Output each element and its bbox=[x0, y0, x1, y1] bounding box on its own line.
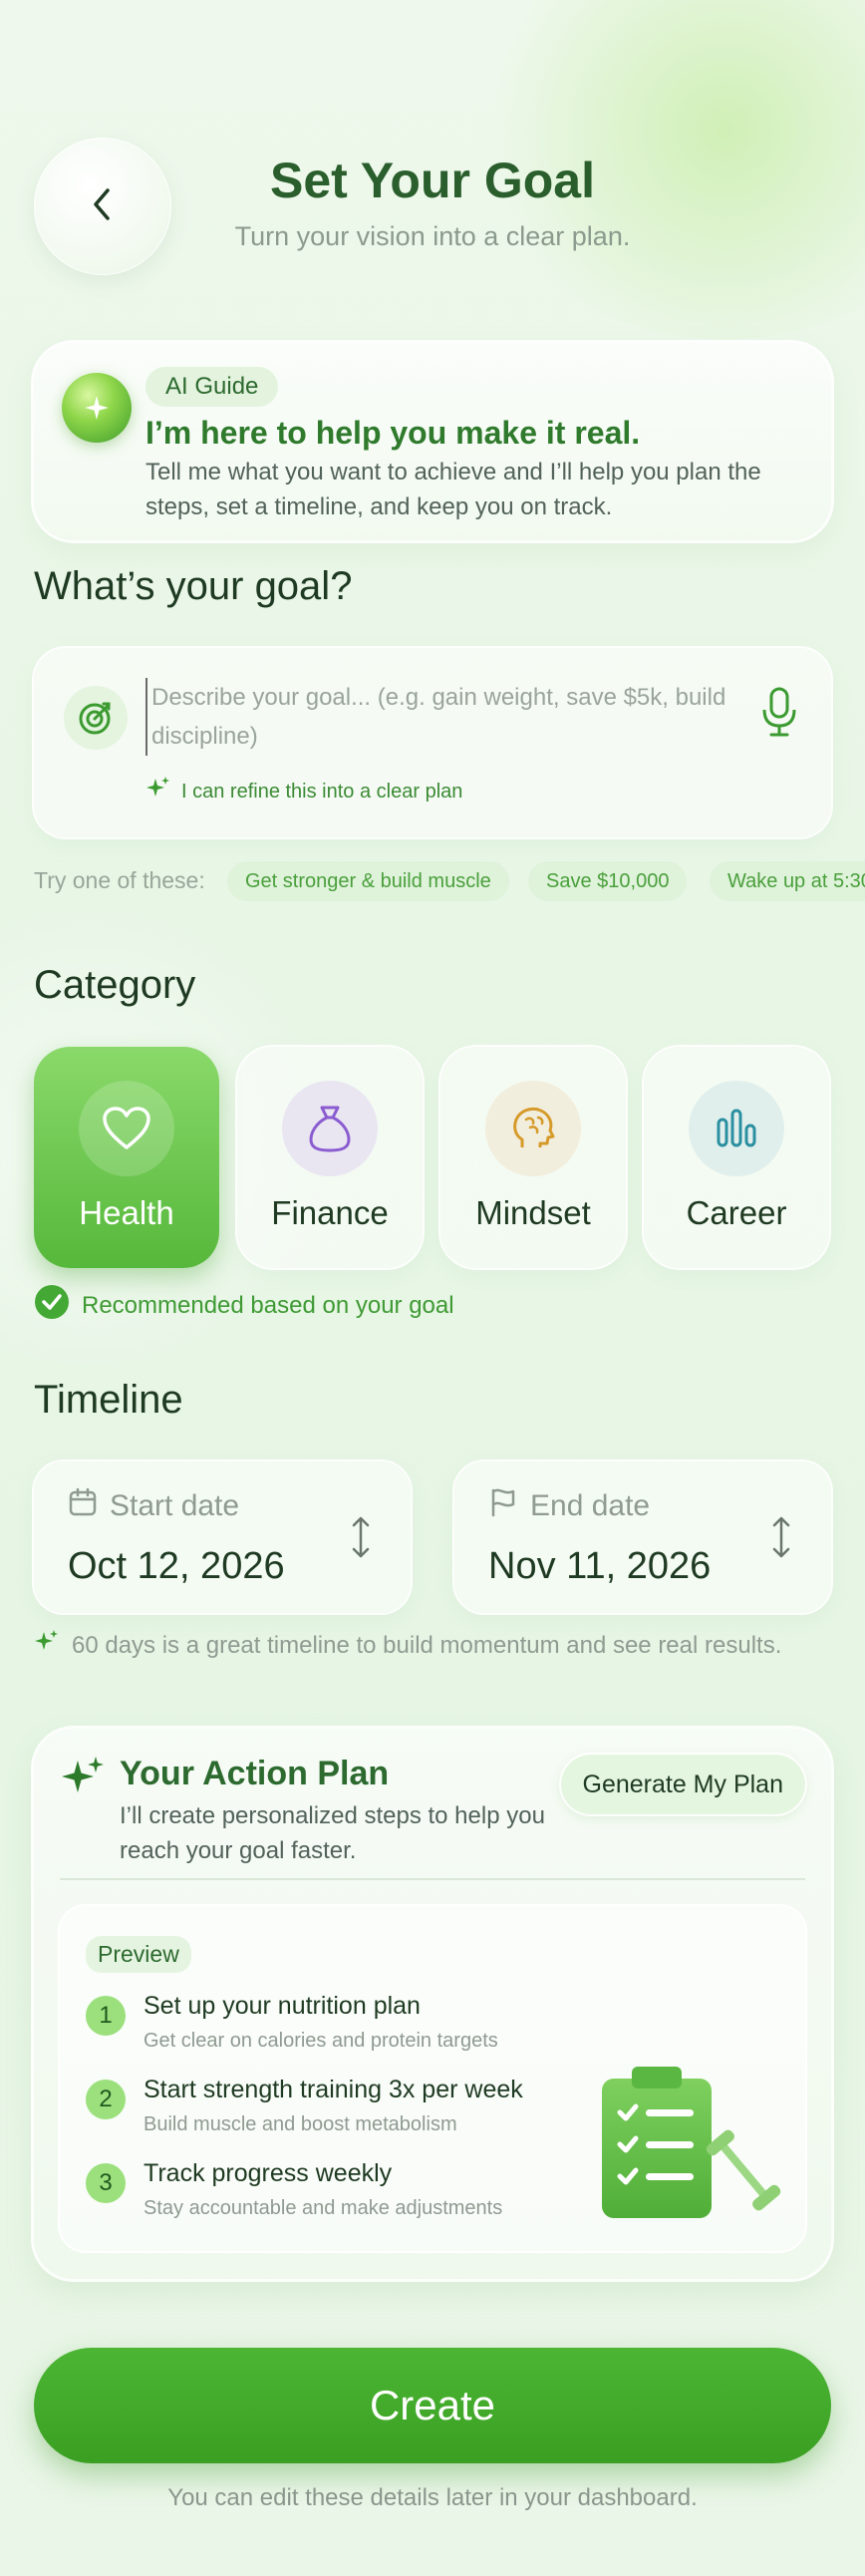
refine-note-text: I can refine this into a clear plan bbox=[181, 780, 463, 803]
calendar-icon bbox=[68, 1487, 98, 1525]
flag-icon bbox=[488, 1487, 518, 1525]
action-plan-title: Your Action Plan bbox=[120, 1755, 390, 1792]
step-title: Start strength training 3x per week bbox=[144, 2076, 523, 2103]
up-down-arrow-icon bbox=[351, 1515, 371, 1564]
ai-guide-card: AI Guide I’m here to help you make it re… bbox=[34, 343, 831, 540]
recommended-note: Recommended based on your goal bbox=[34, 1284, 454, 1327]
category-section-title: Category bbox=[34, 963, 196, 1007]
goal-input[interactable]: Describe your goal... (e.g. gain weight,… bbox=[145, 678, 773, 756]
goal-input-card: Describe your goal... (e.g. gain weight,… bbox=[34, 648, 831, 837]
action-plan-description: I’ll create personalized steps to help y… bbox=[120, 1802, 545, 1864]
divider bbox=[60, 1878, 805, 1880]
recommended-note-text: Recommended based on your goal bbox=[82, 1291, 454, 1319]
suggestion-chip[interactable]: Save $10,000 bbox=[528, 861, 688, 901]
category-career[interactable]: Career bbox=[644, 1047, 829, 1268]
suggestions-label: Try one of these: bbox=[34, 867, 205, 893]
money-bag-icon bbox=[282, 1081, 378, 1176]
step-subtitle: Build muscle and boost metabolism bbox=[144, 2113, 457, 2135]
category-label: Finance bbox=[271, 1194, 389, 1231]
start-date-field[interactable]: Start date Oct 12, 2026 bbox=[34, 1461, 411, 1613]
end-date-field[interactable]: End date Nov 11, 2026 bbox=[454, 1461, 831, 1613]
plan-preview: Preview 1 Set up your nutrition plan Get… bbox=[60, 1906, 805, 2251]
category-health[interactable]: Health bbox=[34, 1047, 219, 1268]
suggestion-chip[interactable]: Get stronger & build muscle bbox=[227, 861, 509, 901]
generate-plan-button[interactable]: Generate My Plan bbox=[560, 1755, 805, 1814]
timeline-tip: 60 days is a great timeline to build mom… bbox=[34, 1629, 781, 1662]
sparkle-icon bbox=[34, 1629, 60, 1662]
step-subtitle: Get clear on calories and protein target… bbox=[144, 2030, 498, 2052]
end-date-label-text: End date bbox=[530, 1489, 651, 1522]
ai-orb-icon bbox=[62, 373, 132, 443]
clipboard-dumbbell-icon bbox=[586, 2063, 785, 2227]
action-plan-card: Your Action Plan I’ll create personalize… bbox=[34, 1729, 831, 2279]
bar-chart-icon bbox=[689, 1081, 784, 1176]
category-label: Health bbox=[79, 1194, 174, 1231]
up-down-arrow-icon bbox=[771, 1515, 791, 1564]
ai-guide-heading: I’m here to help you make it real. bbox=[145, 415, 641, 451]
sparkle-icon bbox=[145, 776, 171, 807]
create-button[interactable]: Create bbox=[34, 2348, 831, 2463]
timeline-tip-text: 60 days is a great timeline to build mom… bbox=[72, 1631, 782, 1659]
ai-guide-badge: AI Guide bbox=[145, 367, 279, 407]
step-subtitle: Stay accountable and make adjustments bbox=[144, 2197, 503, 2219]
suggestion-chip[interactable]: Wake up at 5:30 bbox=[710, 861, 865, 901]
footer-note: You can edit these details later in your… bbox=[167, 2484, 698, 2511]
refine-note: I can refine this into a clear plan bbox=[145, 776, 462, 807]
category-label: Career bbox=[686, 1194, 787, 1231]
end-date-label: End date bbox=[488, 1487, 650, 1525]
check-circle-icon bbox=[34, 1284, 70, 1327]
microphone-button[interactable] bbox=[753, 684, 805, 744]
step-number: 1 bbox=[86, 1996, 126, 2036]
page-title: Set Your Goal bbox=[269, 153, 595, 208]
step-title: Set up your nutrition plan bbox=[144, 1992, 421, 2020]
start-date-value: Oct 12, 2026 bbox=[68, 1545, 285, 1587]
microphone-icon bbox=[759, 686, 799, 743]
goal-section-title: What’s your goal? bbox=[34, 564, 353, 608]
preview-badge: Preview bbox=[86, 1936, 191, 1973]
brain-icon bbox=[485, 1081, 581, 1176]
step-title: Track progress weekly bbox=[144, 2159, 393, 2187]
end-date-value: Nov 11, 2026 bbox=[488, 1545, 712, 1587]
start-date-label-text: Start date bbox=[110, 1489, 240, 1522]
target-icon bbox=[64, 686, 128, 750]
start-date-label: Start date bbox=[68, 1487, 239, 1525]
heart-icon bbox=[79, 1081, 174, 1176]
step-number: 2 bbox=[86, 2080, 126, 2119]
timeline-section-title: Timeline bbox=[34, 1378, 183, 1422]
category-mindset[interactable]: Mindset bbox=[440, 1047, 626, 1268]
category-finance[interactable]: Finance bbox=[237, 1047, 423, 1268]
sparkle-icon bbox=[60, 1755, 106, 1805]
category-label: Mindset bbox=[475, 1194, 591, 1231]
step-number: 3 bbox=[86, 2163, 126, 2203]
page-subtitle: Turn your vision into a clear plan. bbox=[234, 221, 631, 251]
ai-guide-body: Tell me what you want to achieve and I’l… bbox=[145, 459, 761, 520]
